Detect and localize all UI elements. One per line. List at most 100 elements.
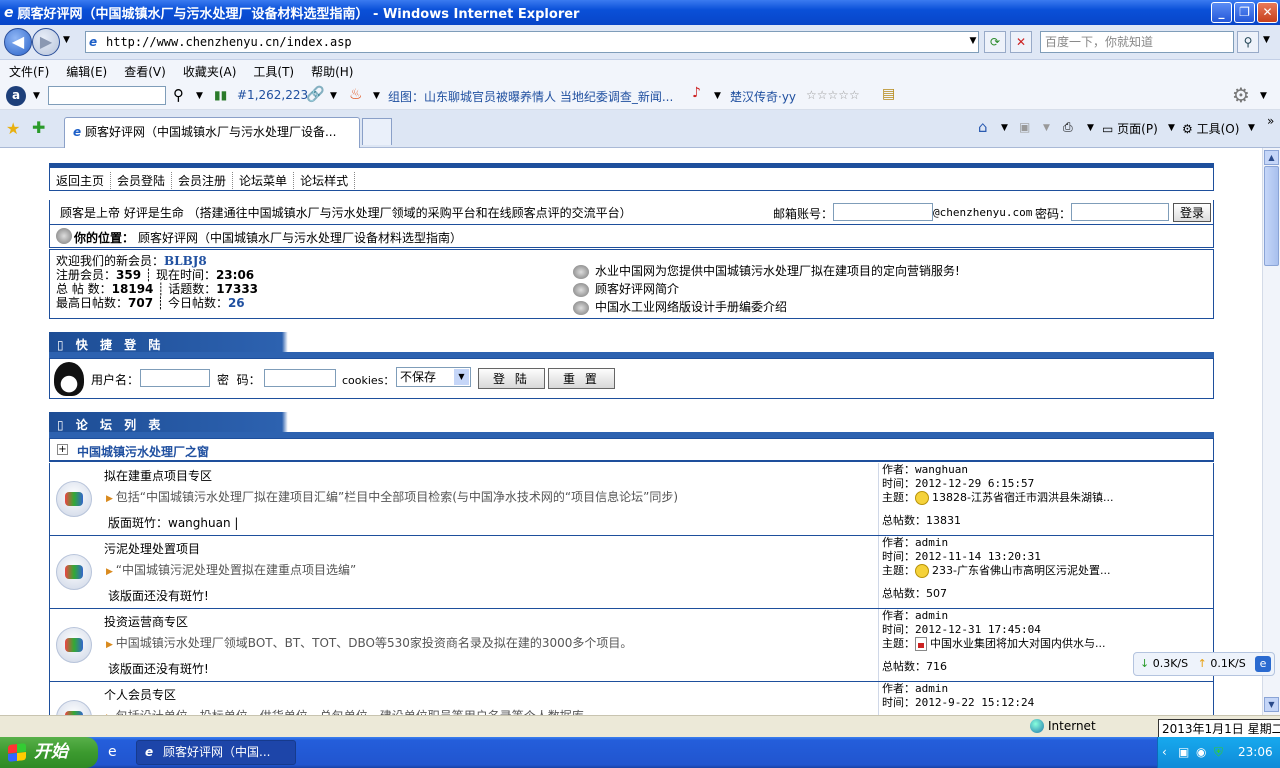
search-options-icon[interactable]: ▼ xyxy=(1263,35,1270,45)
password-input-quick[interactable] xyxy=(264,369,336,387)
scroll-thumb[interactable] xyxy=(1264,166,1279,266)
reg-count: 359 xyxy=(116,268,142,282)
forum-name-link[interactable]: 拟在建重点项目专区 xyxy=(104,467,212,484)
nav-forum-menu-link[interactable]: 论坛菜单 xyxy=(233,172,295,189)
back-button[interactable]: ◀ xyxy=(4,28,32,56)
category-link[interactable]: 中国城镇污水处理厂之窗 xyxy=(77,443,209,460)
menu-tools[interactable]: 工具(T) xyxy=(244,60,302,80)
print-icon[interactable]: ⎙ xyxy=(1063,120,1073,135)
new-member-link[interactable]: BLBJ8 xyxy=(164,254,207,268)
address-input[interactable]: http://www.chenzhenyu.cn/index.asp xyxy=(85,31,979,53)
tray-collapse-icon[interactable]: ‹ xyxy=(1162,745,1167,759)
last-time: 时间：2012-11-14 13:20:31 xyxy=(882,550,1041,563)
reset-button[interactable]: 重 置 xyxy=(548,368,615,389)
menu-edit[interactable]: 编辑(E) xyxy=(57,60,115,80)
clock[interactable]: 23:06 xyxy=(1238,745,1273,759)
toolbar-search-input[interactable] xyxy=(48,86,166,105)
forward-button[interactable]: ▶ xyxy=(32,28,60,56)
toolbar-search-dropdown-icon[interactable]: ▼ xyxy=(196,91,203,101)
address-dropdown-icon[interactable]: ▼ xyxy=(962,31,984,53)
vertical-scrollbar[interactable]: ▲ ▼ xyxy=(1262,148,1280,715)
nav-forum-style-link[interactable]: 论坛样式 xyxy=(294,172,356,189)
nav-home-link[interactable]: 返回主页 xyxy=(50,172,112,189)
new-tab-button[interactable] xyxy=(362,118,392,145)
menu-view[interactable]: 查看(V) xyxy=(115,60,174,80)
link-icon[interactable]: 🔗 xyxy=(306,85,325,103)
alexa-logo-icon[interactable]: a xyxy=(6,86,26,106)
scroll-down-icon[interactable]: ▼ xyxy=(1264,697,1279,712)
network-icon[interactable]: ▣ xyxy=(1178,745,1189,759)
home-icon[interactable]: ⌂ xyxy=(978,118,988,136)
announcement-link[interactable]: 顾客好评网简介 xyxy=(595,282,679,296)
refresh-button[interactable]: ⟳ xyxy=(984,31,1006,53)
tab-ie-icon: e xyxy=(73,125,82,139)
close-button[interactable]: ✕ xyxy=(1257,2,1278,23)
tab-active[interactable]: e 顾客好评网（中国城镇水厂与污水处理厂设备... xyxy=(64,117,360,148)
home-dropdown-icon[interactable]: ▼ xyxy=(1001,123,1008,133)
news-ticker-link[interactable]: 组图：山东聊城官员被曝养情人 当地纪委调查_新闻... xyxy=(388,88,673,105)
stop-button[interactable]: ✕ xyxy=(1010,31,1032,53)
taskbar-window-button[interactable]: e 顾客好评网（中国... xyxy=(136,740,296,765)
nav-login-link[interactable]: 会员登陆 xyxy=(111,172,173,189)
taskbar: 开始 e e 顾客好评网（中国... ‹ ▣ ◉ ⛨ 23:06 xyxy=(0,737,1280,768)
hot-dropdown-icon[interactable]: ▼ xyxy=(373,91,380,101)
announcement-link[interactable]: 水业中国网为您提供中国城镇污水处理厂拟在建项目的定向营销服务! xyxy=(595,264,960,278)
scroll-up-icon[interactable]: ▲ xyxy=(1264,150,1279,165)
password-label-quick: 密 码： xyxy=(217,373,261,387)
last-topic-link[interactable]: 233-广东省佛山市高明区污泥处置... xyxy=(932,564,1110,577)
cookies-select[interactable]: 不保存 ▼ xyxy=(396,367,471,387)
page-menu[interactable]: ▭ 页面(P) xyxy=(1102,120,1158,137)
alexa-rank[interactable]: #1,262,223 xyxy=(237,88,308,102)
last-topic-link[interactable]: 中国水业集团将加大对国内供水与... xyxy=(930,637,1106,650)
settings-gear-icon[interactable]: ⚙ xyxy=(1232,83,1250,107)
menu-help[interactable]: 帮助(H) xyxy=(302,60,361,80)
link-dropdown-icon[interactable]: ▼ xyxy=(330,91,337,101)
announcement-link[interactable]: 中国水工业网络版设计手册编委介绍 xyxy=(595,300,787,314)
print-dropdown-icon[interactable]: ▼ xyxy=(1087,123,1094,133)
forum-description: 中国城镇污水处理厂领域BOT、BT、TOT、DBO等530家投资商名录及拟在建的… xyxy=(106,634,633,651)
quick-login-button[interactable]: 登 陆 xyxy=(478,368,545,389)
location-link[interactable]: 顾客好评网（中国城镇水厂与污水处理厂设备材料选型指南） xyxy=(138,229,462,246)
security-shield-icon[interactable]: ⛨ xyxy=(1214,745,1223,760)
search-input[interactable]: 百度一下，你就知道 xyxy=(1040,31,1234,53)
music-icon[interactable]: ♪ xyxy=(692,85,701,101)
rating-stars[interactable]: ☆☆☆☆☆ xyxy=(806,88,860,102)
start-label: 开始 xyxy=(34,742,68,762)
last-topic-link[interactable]: 13828-江苏省宿迁市泗洪县朱湖镇... xyxy=(932,491,1113,504)
music-dropdown-icon[interactable]: ▼ xyxy=(714,91,721,101)
feeds-dropdown-icon[interactable]: ▼ xyxy=(1043,123,1050,133)
minimize-button[interactable]: _ xyxy=(1211,2,1232,23)
start-button[interactable]: 开始 xyxy=(0,737,98,768)
forum-name-link[interactable]: 个人会员专区 xyxy=(104,686,176,703)
feeds-icon[interactable]: ▣ xyxy=(1019,120,1030,134)
alexa-dropdown-icon[interactable]: ▼ xyxy=(33,91,40,101)
more-commands-icon[interactable]: » xyxy=(1267,114,1274,128)
volume-icon[interactable]: ◉ xyxy=(1196,745,1206,759)
forum-name-link[interactable]: 投资运营商专区 xyxy=(104,613,188,630)
notebook-icon[interactable]: ▤ xyxy=(882,86,895,102)
rank-chart-icon[interactable]: ▮▮ xyxy=(214,88,227,102)
tools-menu[interactable]: ⚙ 工具(O) xyxy=(1182,120,1239,137)
tools-dropdown-icon[interactable]: ▼ xyxy=(1248,123,1255,133)
menu-file[interactable]: 文件(F) xyxy=(0,60,57,80)
email-login-button[interactable]: 登录 xyxy=(1173,203,1212,222)
toolbar-search-icon[interactable]: ⚲ xyxy=(173,86,184,104)
novel-link[interactable]: 楚汉传奇·yy xyxy=(730,88,796,105)
add-favorites-icon[interactable]: ✚ xyxy=(32,118,45,137)
history-dropdown-icon[interactable]: ▼ xyxy=(63,35,70,45)
quicklaunch-ie-icon[interactable]: e xyxy=(108,744,117,760)
nav-register-link[interactable]: 会员注册 xyxy=(172,172,234,189)
menu-favorites[interactable]: 收藏夹(A) xyxy=(174,60,245,80)
password-input[interactable] xyxy=(1071,203,1169,221)
forum-name-link[interactable]: 污泥处理处置项目 xyxy=(104,540,200,557)
settings-dropdown-icon[interactable]: ▼ xyxy=(1260,91,1267,101)
search-icon[interactable]: ⚲ xyxy=(1237,31,1259,53)
email-input[interactable] xyxy=(833,203,933,221)
expand-icon[interactable]: + xyxy=(57,444,68,455)
maximize-button[interactable]: ❐ xyxy=(1234,2,1255,23)
page-dropdown-icon[interactable]: ▼ xyxy=(1168,123,1175,133)
favorites-star-icon[interactable]: ★ xyxy=(6,119,20,138)
username-input[interactable] xyxy=(140,369,210,387)
hot-icon[interactable]: ♨ xyxy=(349,85,362,103)
network-speed-widget[interactable]: ↓ 0.3K/S ↑ 0.1K/S e xyxy=(1133,652,1275,676)
